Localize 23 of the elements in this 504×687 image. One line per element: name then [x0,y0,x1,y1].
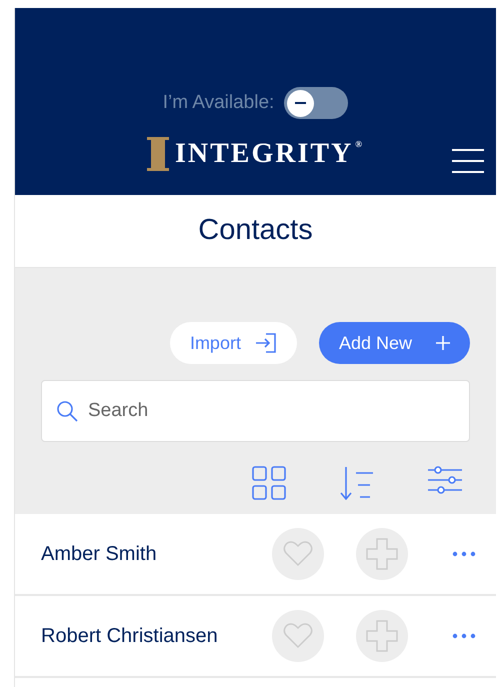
logo-text: INTEGRITY$^{®}$ [175,137,364,171]
page-title: Contacts [198,213,313,248]
plus-icon [436,336,450,350]
grid-view-icon[interactable] [252,466,286,500]
more-icon[interactable] [452,551,476,557]
logo-pillar-icon [147,137,169,171]
heart-icon [283,623,313,649]
availability-label: I’m Available: [162,90,274,115]
sort-icon[interactable] [340,466,374,500]
import-icon [254,332,277,354]
cross-icon [366,620,398,652]
menu-icon[interactable] [452,149,484,173]
contact-name[interactable]: Amber Smith [41,539,272,569]
heart-icon [283,541,313,567]
filter-icon[interactable] [428,466,462,494]
add-new-button[interactable]: Add New [318,322,470,364]
availability-toggle[interactable] [284,87,348,119]
search-icon [56,400,78,422]
contact-name[interactable]: Robert Christiansen [41,621,272,651]
search-field[interactable]: Search [41,380,470,442]
more-icon[interactable] [452,633,476,639]
import-button[interactable]: Import [170,322,297,364]
cross-icon [366,538,398,570]
